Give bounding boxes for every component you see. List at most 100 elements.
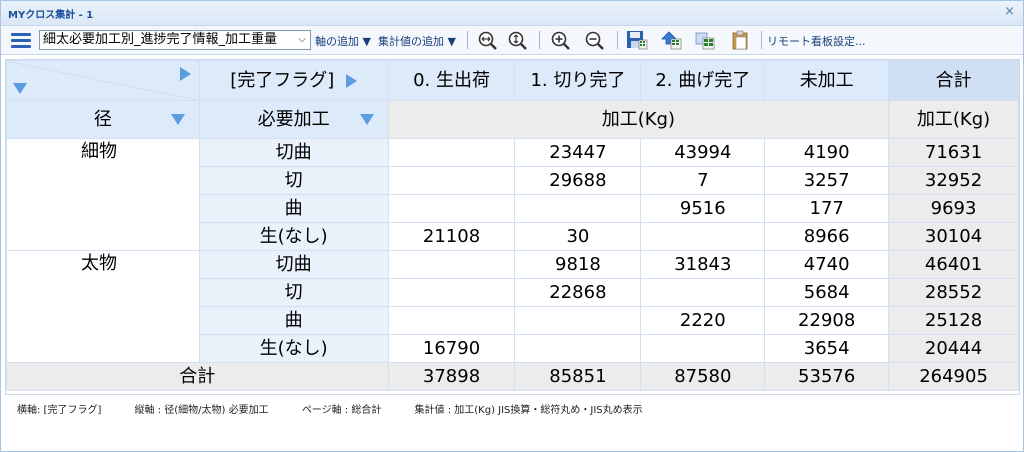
- data-cell[interactable]: [640, 222, 766, 251]
- row-total-cell[interactable]: 9693: [888, 194, 1019, 223]
- row-axis1-header[interactable]: 径: [6, 100, 200, 139]
- row-header[interactable]: 切: [198, 166, 389, 195]
- data-cell[interactable]: [387, 166, 516, 195]
- row-header[interactable]: 切曲: [198, 138, 389, 167]
- row-axis2-filter-icon[interactable]: [359, 114, 374, 125]
- column-axis-filter-icon[interactable]: [346, 73, 358, 88]
- menu-icon[interactable]: [11, 33, 31, 48]
- column-axis-header[interactable]: [完了フラグ]: [198, 60, 389, 101]
- chevron-down-icon: ⌵: [298, 34, 306, 45]
- column-header[interactable]: 未加工: [764, 60, 890, 101]
- data-cell[interactable]: 16790: [387, 334, 516, 363]
- zoom-width-icon[interactable]: [477, 30, 499, 50]
- row-header[interactable]: 生(なし): [198, 222, 389, 251]
- zoom-in-icon[interactable]: [550, 30, 572, 50]
- row-group-header[interactable]: 細物: [6, 138, 200, 251]
- close-icon[interactable]: ×: [1004, 4, 1015, 19]
- axis-header-row: 径 必要加工 加工(Kg) 加工(Kg): [6, 100, 1019, 139]
- row-total-cell[interactable]: 46401: [888, 250, 1019, 279]
- column-axis-menu-icon[interactable]: [179, 67, 191, 81]
- zoom-out-icon[interactable]: [584, 30, 606, 50]
- data-cell[interactable]: [514, 306, 642, 335]
- grand-total-cell[interactable]: 53576: [764, 362, 890, 391]
- report-select[interactable]: 細太必要加工別_進捗完了情報_加工重量 ⌵: [39, 30, 311, 50]
- data-cell[interactable]: 4190: [764, 138, 890, 167]
- row-group-label: 細物: [81, 141, 117, 162]
- data-cell[interactable]: 22908: [764, 306, 890, 335]
- measure-header-total: 加工(Kg): [888, 100, 1019, 139]
- window-title: MYクロス集計 - 1: [8, 10, 94, 21]
- row-total-cell[interactable]: 25128: [888, 306, 1019, 335]
- table-row: 細物 切曲 23447 43994 4190 71631: [6, 138, 1019, 251]
- column-header[interactable]: 0. 生出荷: [387, 60, 516, 101]
- data-cell[interactable]: 3654: [764, 334, 890, 363]
- data-cell[interactable]: 5684: [764, 278, 890, 307]
- data-cell[interactable]: 8966: [764, 222, 890, 251]
- grand-total-cell[interactable]: 87580: [640, 362, 766, 391]
- data-cell[interactable]: 30: [514, 222, 642, 251]
- footer-page-axis: ページ軸 : 総合計: [301, 405, 382, 416]
- row-total-cell[interactable]: 32952: [888, 166, 1019, 195]
- toolbar-separator: [539, 31, 540, 49]
- row-header[interactable]: 生(なし): [198, 334, 389, 363]
- row-total-cell[interactable]: 71631: [888, 138, 1019, 167]
- upload-table-icon[interactable]: [660, 30, 682, 50]
- data-cell[interactable]: 23447: [514, 138, 642, 167]
- data-cell[interactable]: 4740: [764, 250, 890, 279]
- row-axis1-filter-icon[interactable]: [170, 114, 185, 125]
- data-cell[interactable]: [387, 278, 516, 307]
- row-axis2-label: 必要加工: [257, 108, 330, 130]
- data-cell[interactable]: [387, 250, 516, 279]
- data-cell[interactable]: 3257: [764, 166, 890, 195]
- grand-total-cell[interactable]: 37898: [387, 362, 516, 391]
- crosstab-window: MYクロス集計 - 1 × 細太必要加工別_進捗完了情報_加工重量 ⌵ 軸の追加…: [0, 0, 1024, 452]
- data-cell[interactable]: [387, 138, 516, 167]
- data-cell[interactable]: [514, 194, 642, 223]
- data-cell[interactable]: 22868: [514, 278, 642, 307]
- row-group-label: 太物: [81, 253, 117, 274]
- data-cell[interactable]: [640, 278, 766, 307]
- column-header-row: [完了フラグ] 0. 生出荷 1. 切り完了 2. 曲げ完了 未加工 合計: [6, 60, 1019, 101]
- row-axis2-header[interactable]: 必要加工: [198, 100, 389, 139]
- zoom-height-icon[interactable]: [507, 30, 529, 50]
- data-cell[interactable]: 7: [640, 166, 766, 195]
- row-total-cell[interactable]: 28552: [888, 278, 1019, 307]
- row-header[interactable]: 曲: [198, 306, 389, 335]
- measure-header: 加工(Kg): [387, 100, 890, 139]
- row-axis-menu-icon[interactable]: [13, 83, 27, 94]
- paste-icon[interactable]: [730, 30, 752, 50]
- row-header[interactable]: 切: [198, 278, 389, 307]
- save-icon[interactable]: [626, 30, 648, 50]
- add-axis-button[interactable]: 軸の追加 ▼: [315, 33, 371, 49]
- data-cell[interactable]: [514, 334, 642, 363]
- row-total-cell[interactable]: 20444: [888, 334, 1019, 363]
- data-cell[interactable]: 43994: [640, 138, 766, 167]
- title-bar: MYクロス集計 - 1 ×: [1, 1, 1023, 26]
- row-header[interactable]: 切曲: [198, 250, 389, 279]
- data-cell[interactable]: [387, 194, 516, 223]
- footer-info: 横軸: [完了フラグ] 縦軸 : 径(細物/太物) 必要加工 ページ軸 : 総合…: [17, 401, 673, 416]
- data-cell[interactable]: [387, 306, 516, 335]
- column-header[interactable]: 1. 切り完了: [514, 60, 642, 101]
- data-cell[interactable]: 31843: [640, 250, 766, 279]
- grand-total-cell[interactable]: 85851: [514, 362, 642, 391]
- data-cell[interactable]: 21108: [387, 222, 516, 251]
- row-header[interactable]: 曲: [198, 194, 389, 223]
- data-cell[interactable]: 9516: [640, 194, 766, 223]
- data-cell[interactable]: [640, 334, 766, 363]
- copy-table-icon[interactable]: [694, 30, 716, 50]
- data-cell[interactable]: 9818: [514, 250, 642, 279]
- remote-board-settings-button[interactable]: リモート看板設定...: [767, 33, 866, 49]
- grand-total-overall[interactable]: 264905: [888, 362, 1019, 391]
- row-total-cell[interactable]: 30104: [888, 222, 1019, 251]
- data-cell[interactable]: 29688: [514, 166, 642, 195]
- footer-aggregate-value: 集計値 : 加工(Kg) JIS換算・総符丸め・JIS丸め表示: [414, 405, 643, 416]
- corner-cell: [6, 60, 200, 101]
- add-aggregate-button[interactable]: 集計値の追加 ▼: [378, 33, 456, 49]
- column-header[interactable]: 2. 曲げ完了: [640, 60, 766, 101]
- data-cell[interactable]: 177: [764, 194, 890, 223]
- data-cell[interactable]: 2220: [640, 306, 766, 335]
- toolbar-separator: [467, 31, 468, 49]
- column-header-total[interactable]: 合計: [888, 60, 1019, 101]
- row-group-header[interactable]: 太物: [6, 250, 200, 363]
